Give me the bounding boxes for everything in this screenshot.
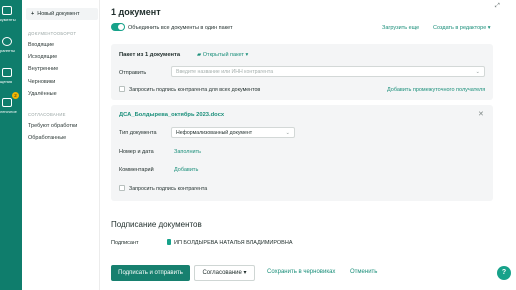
add-intermediate-recipient-link[interactable]: Добавить промежуточного получателя <box>387 87 485 93</box>
signing-section-title: Подписание документов <box>111 220 202 229</box>
rail-item-documents[interactable]: кументы <box>0 6 22 22</box>
chat-icon <box>2 68 12 77</box>
rail-item-messages[interactable]: щения <box>0 68 22 84</box>
number-date-label: Номер и дата <box>119 149 154 155</box>
rail-item-label: легочное <box>0 109 17 114</box>
signer-name[interactable]: ИП БОЛДЫРЕВА НАТАЛЬЯ ВЛАДИМИРОВНА <box>174 240 292 246</box>
create-in-editor-label: Создать в редакторе <box>433 24 487 31</box>
document-name-link[interactable]: ДСА_Болдырева_октябрь 2023.docx <box>119 112 224 118</box>
add-comment-link[interactable]: Добавить <box>174 167 198 173</box>
create-in-editor-link[interactable]: Создать в редакторе ▾ <box>433 25 491 31</box>
contractor-input[interactable]: Введите название или ИНН контрагента ⌄ <box>171 66 485 77</box>
rail-item-label: рагенты <box>0 48 15 53</box>
chevron-down-icon: ▾ <box>243 270 247 276</box>
approval-label: Согласование <box>202 270 242 276</box>
document-type-label: Тип документа <box>119 130 157 136</box>
request-all-signature-checkbox[interactable] <box>119 86 125 92</box>
new-document-button[interactable]: + Новый документ <box>26 8 98 20</box>
document-card: ДСА_Болдырева_октябрь 2023.docx ✕ Тип до… <box>111 105 493 201</box>
main-content: 1 документ ⤢ Объединить все документы в … <box>100 0 516 290</box>
app-rail: кументы рагенты щения легочное 2 <box>0 0 22 290</box>
comment-label: Комментарий <box>119 167 154 173</box>
section-approval: СОГЛАСОВАНИЕ <box>28 112 66 117</box>
new-document-label: Новый документ <box>37 11 80 17</box>
rail-item-contractors[interactable]: рагенты <box>0 37 22 53</box>
document-type-select[interactable]: Неформализованный документ ⌄ <box>171 127 295 138</box>
fill-number-link[interactable]: Заполнить <box>174 149 201 155</box>
contractor-placeholder: Введите название или ИНН контрагента <box>176 69 274 75</box>
notification-badge: 2 <box>12 92 19 99</box>
upload-more-link[interactable]: Загрузить еще <box>382 25 419 31</box>
chevron-down-icon: ⌄ <box>475 69 480 75</box>
sidebar-item-incoming[interactable]: Входящие <box>28 42 54 48</box>
document-type-value: Неформализованный документ <box>176 130 253 136</box>
package-card: Пакет из 1 документа ▰ Открытый пакет ▾ … <box>111 44 493 100</box>
sign-and-send-button[interactable]: Подписать и отправить <box>111 265 190 281</box>
document-icon <box>2 6 12 15</box>
save-to-drafts-button[interactable]: Сохранить в черновиках <box>267 269 335 275</box>
rail-item-inbox[interactable]: легочное <box>0 98 22 114</box>
merge-package-toggle[interactable] <box>111 23 125 31</box>
sidebar-item-internal[interactable]: Внутренние <box>28 66 58 72</box>
chevron-down-icon: ▾ <box>245 52 249 58</box>
chevron-down-icon: ▾ <box>487 24 491 31</box>
request-all-signature-label: Запросить подпись контрагента для всех д… <box>129 86 261 93</box>
package-type-dropdown[interactable]: ▰ Открытый пакет ▾ <box>197 52 248 58</box>
package-type-label: Открытый пакет <box>202 52 244 58</box>
close-icon[interactable]: ✕ <box>478 110 484 118</box>
chevron-down-icon: ⌄ <box>285 130 290 136</box>
package-icon: ▰ <box>197 52 202 58</box>
rail-item-label: кументы <box>0 17 16 22</box>
section-docflow: ДОКУМЕНТООБОРОТ <box>28 31 77 36</box>
plus-icon: + <box>31 11 35 17</box>
sidebar-item-pending[interactable]: Требуют обработки <box>28 123 77 129</box>
toggle-knob <box>118 24 124 30</box>
merge-package-label: Объединить все документы в один пакет <box>128 24 233 31</box>
package-title: Пакет из 1 документа <box>119 52 181 58</box>
sidebar: + Новый документ ДОКУМЕНТООБОРОТ Входящие… <box>22 0 100 290</box>
sidebar-item-deleted[interactable]: Удалённые <box>28 91 57 97</box>
certificate-icon <box>167 239 171 245</box>
help-button[interactable]: ? <box>497 266 511 280</box>
rail-item-label: щения <box>0 79 13 84</box>
request-signature-checkbox[interactable] <box>119 185 125 191</box>
sidebar-item-processed[interactable]: Обработанные <box>28 135 66 141</box>
page-title: 1 документ <box>111 7 161 17</box>
inbox-icon <box>2 98 12 107</box>
expand-icon[interactable]: ⤢ <box>495 3 500 10</box>
send-label: Отправить <box>119 70 147 76</box>
contacts-icon <box>2 37 12 46</box>
approval-dropdown-button[interactable]: Согласование ▾ <box>194 265 255 281</box>
cancel-button[interactable]: Отменить <box>350 269 377 275</box>
sidebar-item-outgoing[interactable]: Исходящие <box>28 54 57 60</box>
request-signature-label: Запросить подпись контрагента <box>129 185 208 192</box>
sidebar-item-drafts[interactable]: Черновики <box>28 79 55 85</box>
signer-label: Подписант <box>111 239 139 246</box>
